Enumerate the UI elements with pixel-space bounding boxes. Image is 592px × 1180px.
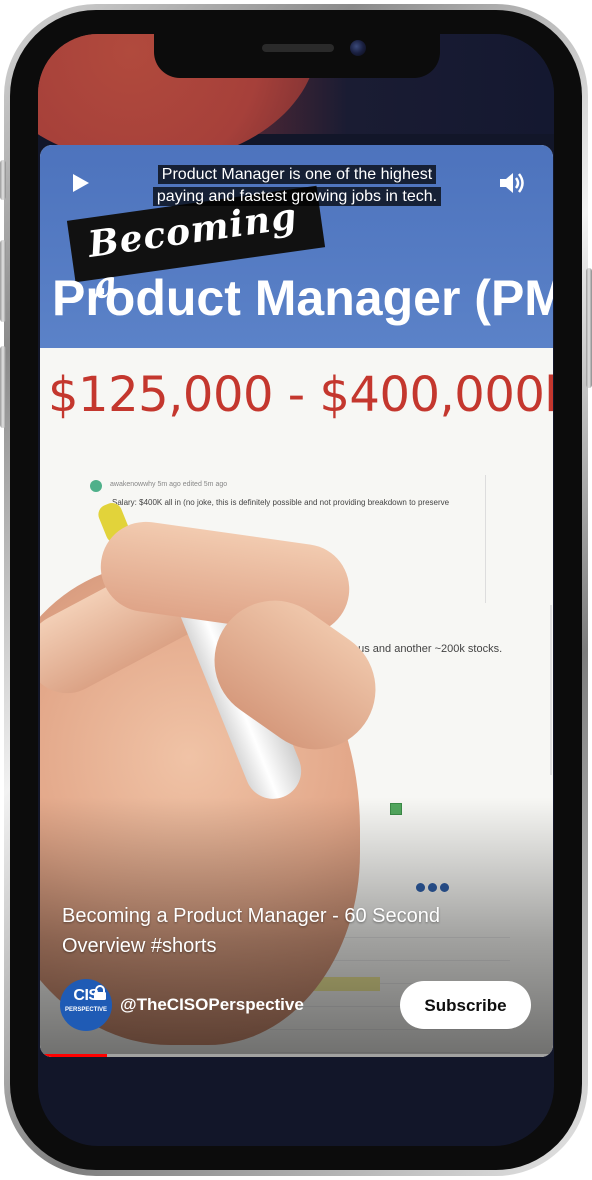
post-divider (485, 475, 486, 603)
play-icon[interactable] (62, 165, 98, 201)
notch (154, 32, 440, 78)
caption-line-1: Product Manager is one of the highest (157, 165, 437, 184)
progress-bar-fill (40, 1054, 107, 1057)
caption-line-2: paying and fastest growing jobs in tech. (152, 187, 442, 206)
subscribe-button[interactable]: Subscribe (400, 981, 531, 1029)
volume-up-button (0, 240, 6, 322)
post-meta: awakenowwhy 5m ago edited 5m ago (110, 481, 228, 488)
closed-caption: Product Manager is one of the highest pa… (142, 164, 452, 208)
video-salary-text: $125,000 - $400,000k (48, 367, 553, 423)
avatar[interactable]: CIS PERSPECTIVE (60, 979, 112, 1031)
progress-bar[interactable] (40, 1054, 553, 1057)
post-text: Salary: $400K all in (no joke, this is d… (112, 498, 450, 507)
front-camera (350, 40, 366, 56)
video-title[interactable]: Becoming a Product Manager - 60 Second O… (62, 901, 502, 961)
avatar-subtext: PERSPECTIVE (64, 1007, 107, 1013)
power-button (586, 268, 592, 388)
video-fragment-text: nus and another ~200k stocks. (352, 643, 503, 655)
lock-icon (94, 985, 106, 1000)
volume-down-button (0, 346, 6, 428)
silent-switch (0, 160, 6, 200)
video-scroll-line (550, 605, 552, 775)
channel-handle[interactable]: @TheCISOPerspective (120, 995, 304, 1015)
channel-row: CIS PERSPECTIVE @TheCISOPerspective Subs… (60, 979, 531, 1031)
earpiece-speaker (262, 44, 334, 52)
post-avatar (90, 480, 102, 492)
shorts-video-player[interactable]: Becoming a Product Manager (PM) $125,000… (40, 145, 553, 1057)
volume-icon[interactable] (494, 165, 530, 201)
video-headline: Product Manager (PM) (52, 270, 553, 326)
